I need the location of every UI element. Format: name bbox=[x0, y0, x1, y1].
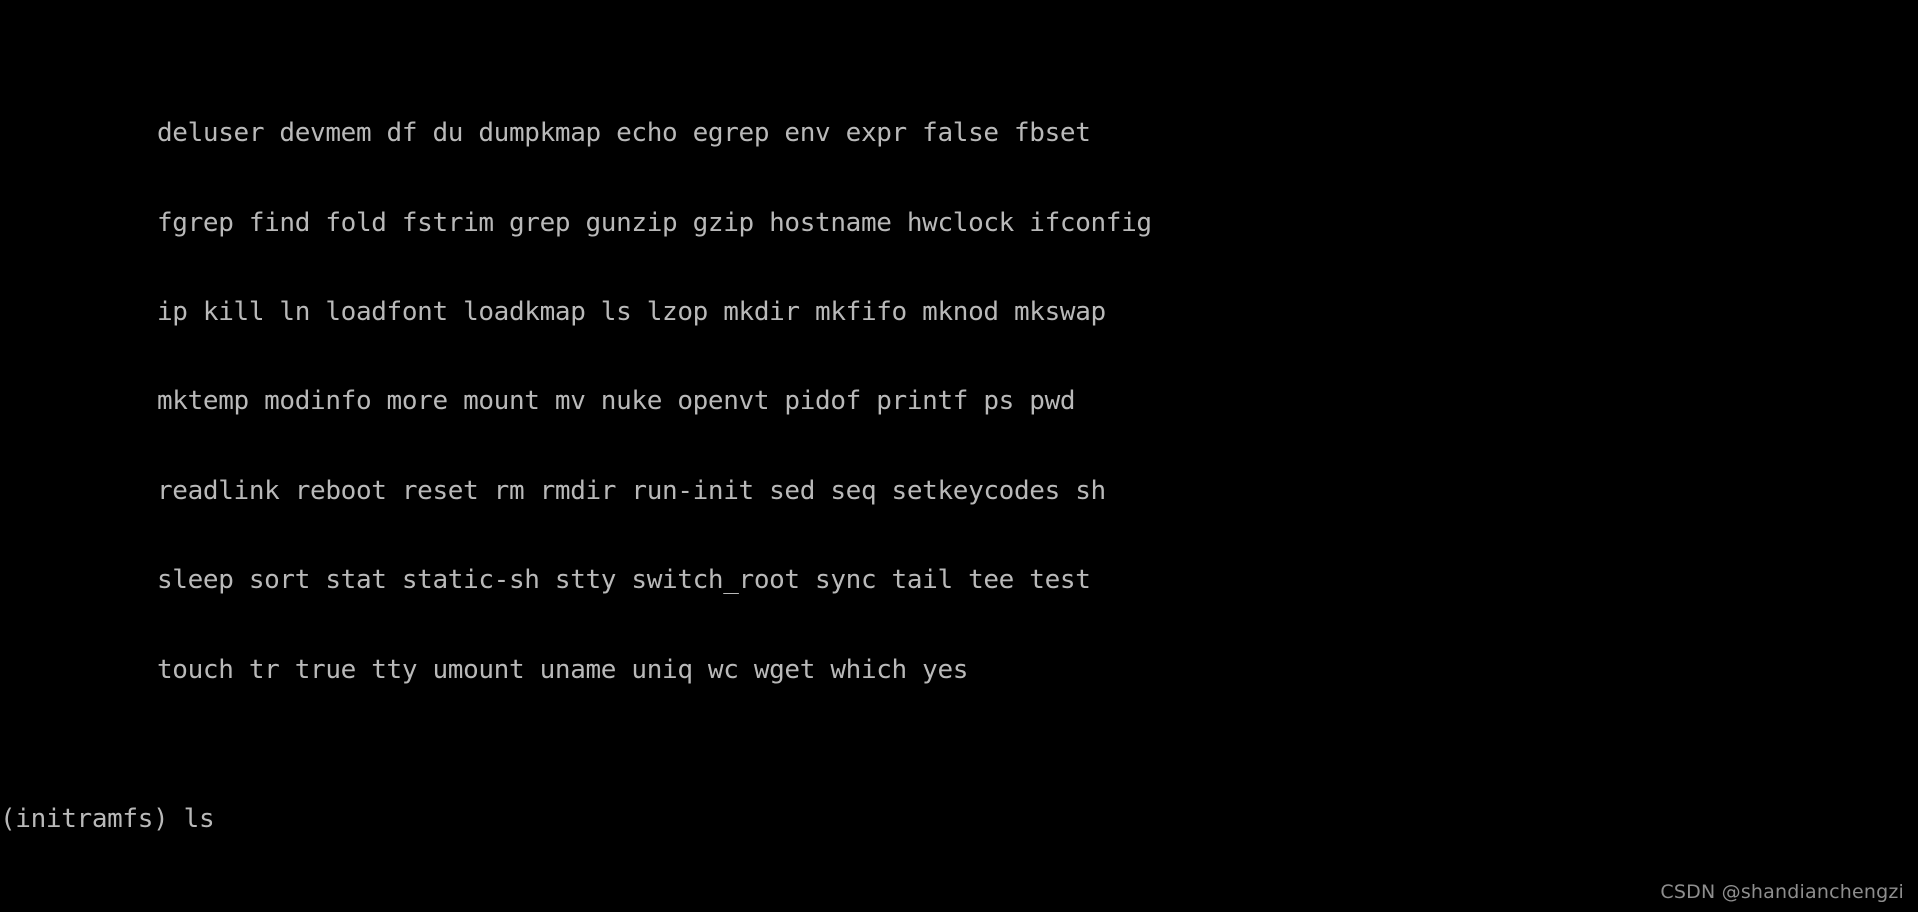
applet-list-line: ip kill ln loadfont loadkmap ls lzop mkd… bbox=[157, 296, 1106, 327]
applet-list-line: mktemp modinfo more mount mv nuke openvt… bbox=[157, 386, 1076, 417]
applet-list-line: touch tr true tty umount uname uniq wc w… bbox=[157, 654, 969, 685]
prompt-line-ls: (initramfs) ls bbox=[0, 803, 215, 834]
applet-list-line: deluser devmem df du dumpkmap echo egrep… bbox=[157, 118, 1091, 149]
applet-list-line: fgrep find fold fstrim grep gunzip gzip … bbox=[157, 207, 1152, 238]
terminal-console[interactable]: deluser devmem df du dumpkmap echo egrep… bbox=[0, 0, 1918, 912]
csdn-watermark: CSDN @shandianchengzi bbox=[1660, 881, 1904, 903]
applet-list-line: readlink reboot reset rm rmdir run-init … bbox=[157, 475, 1106, 506]
applet-list-line: sleep sort stat static-sh stty switch_ro… bbox=[157, 565, 1091, 596]
